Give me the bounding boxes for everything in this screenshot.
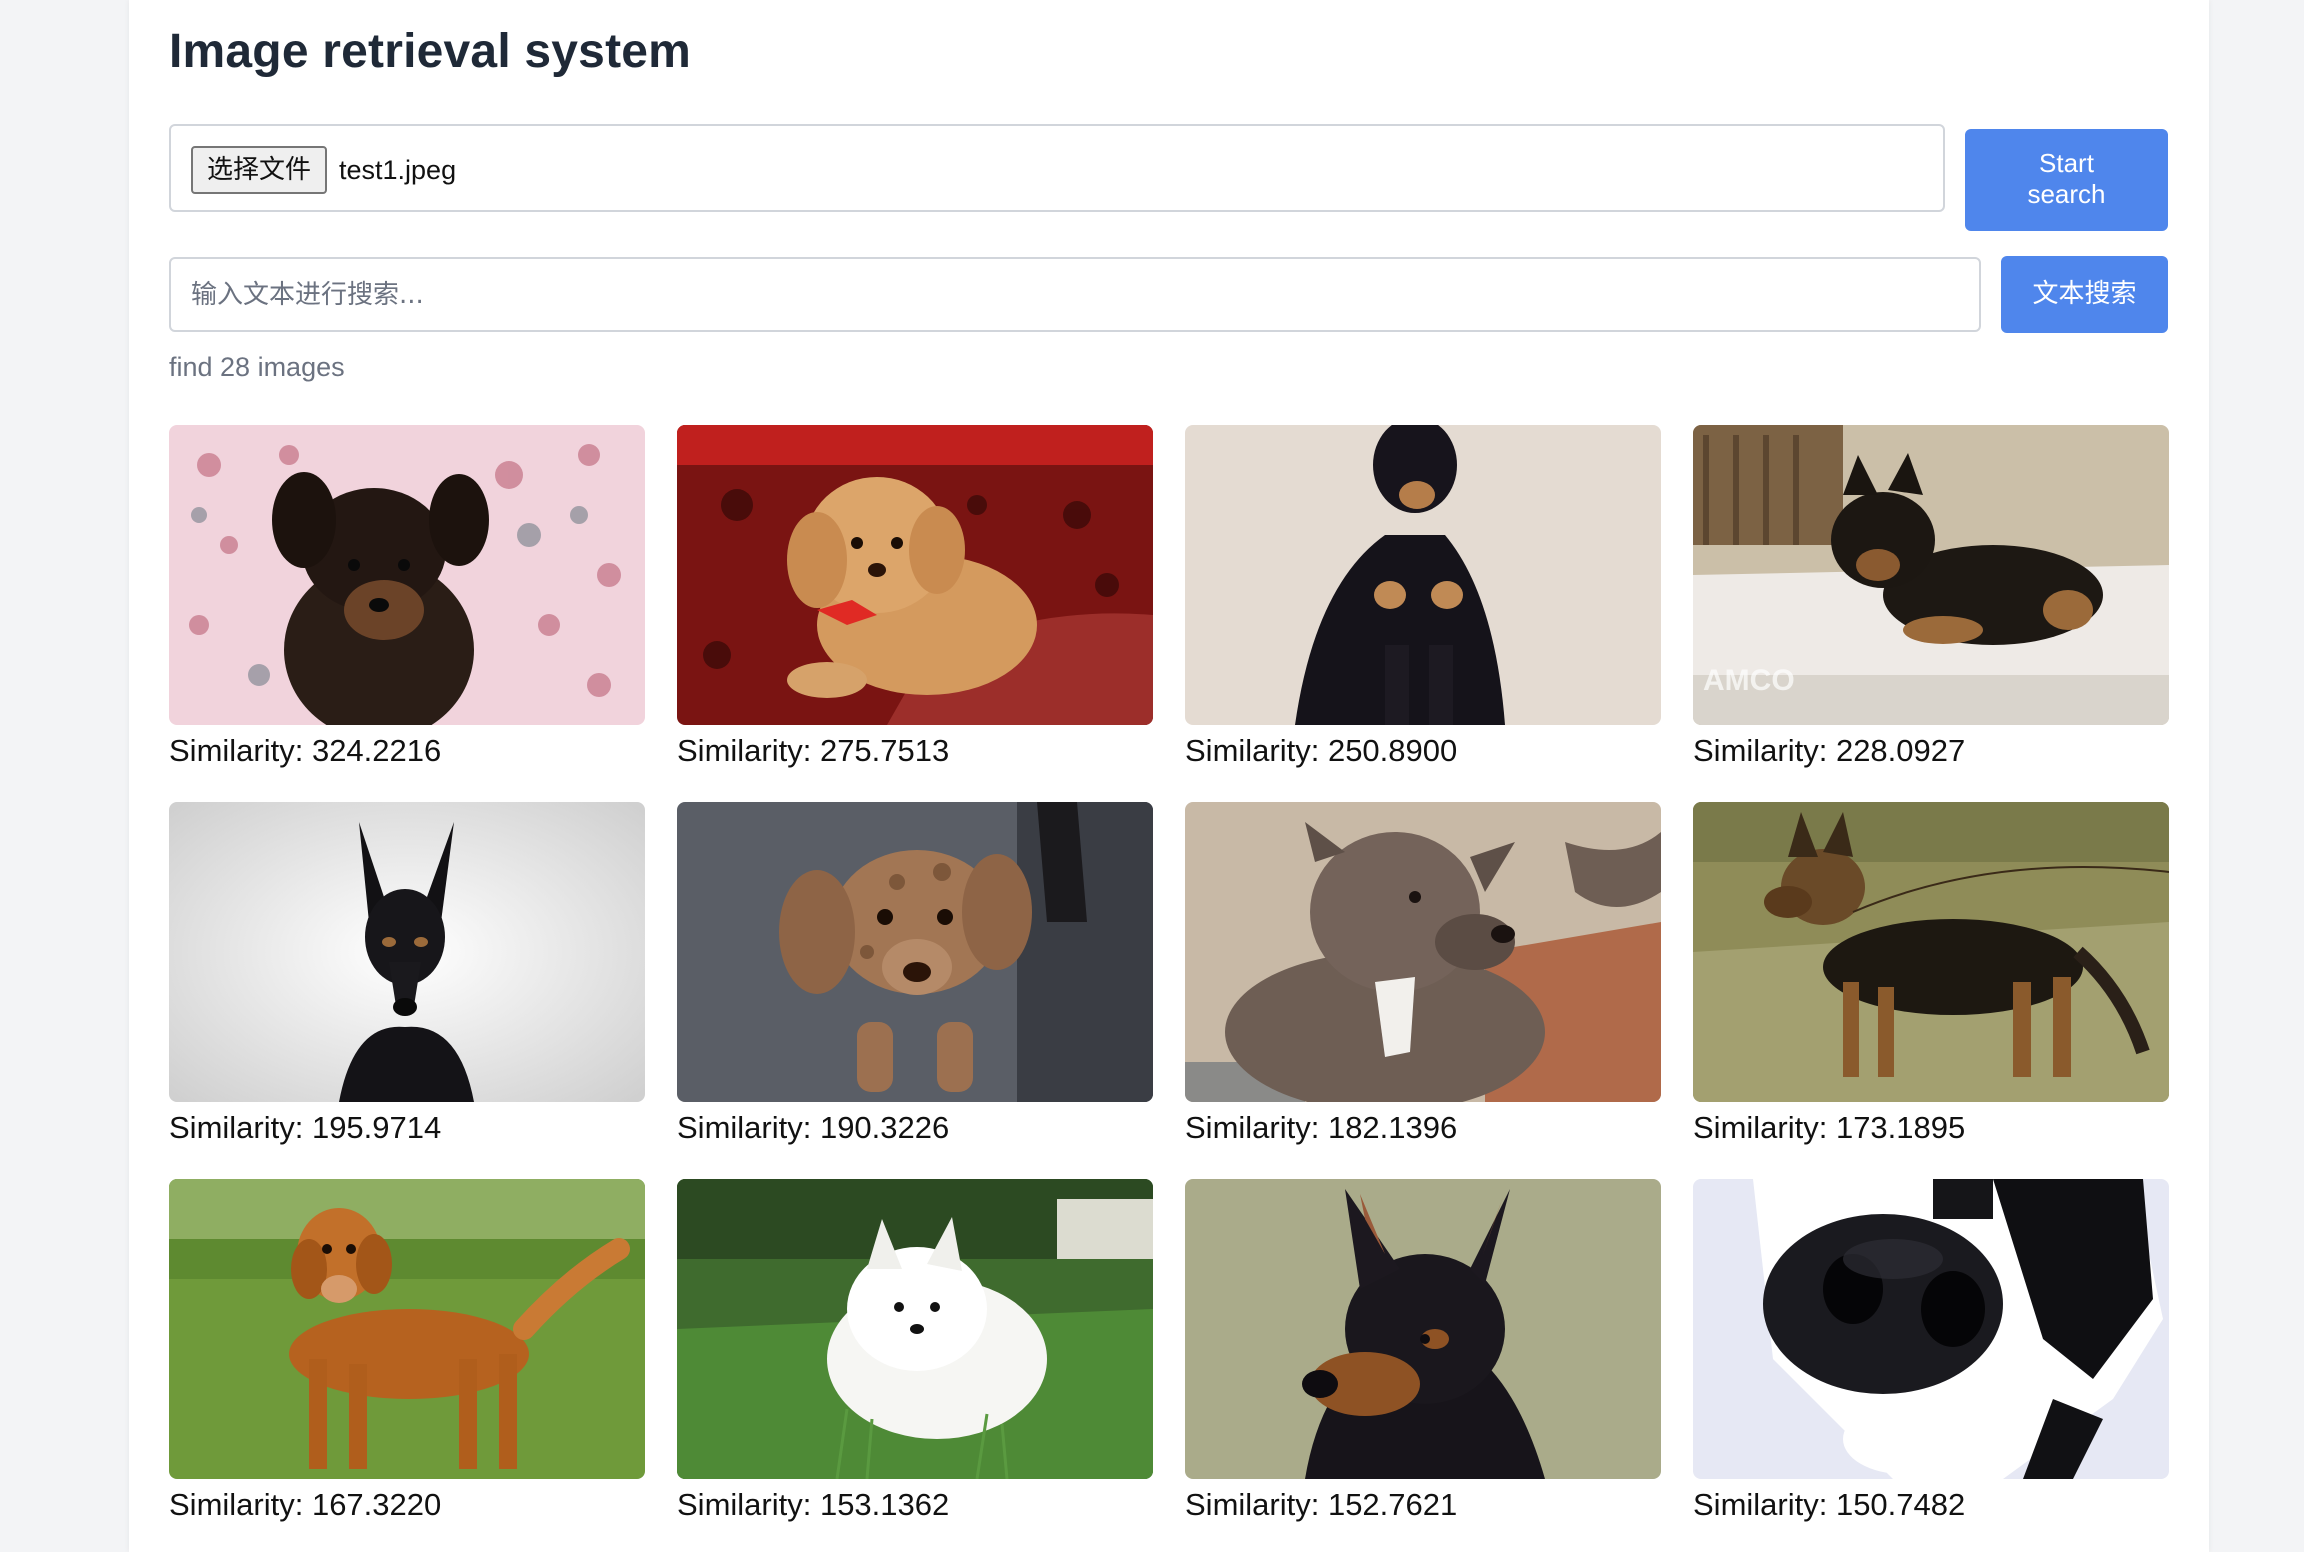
similarity-score: Similarity: 228.0927 (1693, 733, 1966, 768)
result-card: Similarity: 182.1396 (1185, 802, 1661, 1146)
result-card: Similarity: 324.2216 (169, 425, 645, 769)
text-search-button[interactable]: 文本搜索 (2001, 256, 2168, 333)
similarity-score: Similarity: 195.9714 (169, 1110, 442, 1145)
similarity-score: Similarity: 275.7513 (677, 733, 950, 768)
result-image-dapple-dachshund[interactable] (677, 802, 1153, 1102)
selected-file-name: test1.jpeg (339, 155, 457, 185)
file-upload-field[interactable]: 选择文件 test1.jpeg (169, 124, 1945, 212)
similarity-score: Similarity: 167.3220 (169, 1487, 442, 1522)
result-image-yorkshire-terrier-puppy[interactable] (169, 425, 645, 725)
result-image-miniature-pinscher[interactable] (1185, 1179, 1661, 1479)
similarity-score: Similarity: 190.3226 (677, 1110, 950, 1145)
result-card: Similarity: 152.7621 (1185, 1179, 1661, 1523)
similarity-score: Similarity: 250.8900 (1185, 733, 1458, 768)
similarity-score: Similarity: 153.1362 (677, 1487, 950, 1522)
result-card: Similarity: 153.1362 (677, 1179, 1153, 1523)
result-image-german-shepherd-puppy[interactable]: AMCO (1693, 425, 2169, 725)
result-card: Similarity: 150.7482 (1693, 1179, 2169, 1523)
similarity-score: Similarity: 324.2216 (169, 733, 442, 768)
similarity-score: Similarity: 173.1895 (1693, 1110, 1966, 1145)
result-card: Similarity: 173.1895 (1693, 802, 2169, 1146)
result-count: find 28 images (169, 352, 345, 382)
result-card: Similarity: 275.7513 (677, 425, 1153, 769)
result-image-golden-retriever[interactable] (169, 1179, 645, 1479)
result-image-toy-poodle[interactable] (677, 425, 1153, 725)
page-title: Image retrieval system (169, 25, 692, 78)
result-card: Similarity: 195.9714 (169, 802, 645, 1146)
result-image-doberman[interactable] (1185, 425, 1661, 725)
text-search-input[interactable] (169, 257, 1981, 332)
result-card: Similarity: 190.3226 (677, 802, 1153, 1146)
result-image-pit-bull[interactable] (1185, 802, 1661, 1102)
result-image-cow-nose[interactable] (1693, 1179, 2169, 1479)
result-card: Similarity: 250.8900 (1185, 425, 1661, 769)
main-container: Image retrieval system 选择文件 test1.jpeg S… (129, 0, 2209, 1552)
result-card: Similarity: 167.3220 (169, 1179, 645, 1523)
result-card: AMCO Similarity: 228.0927 (1693, 425, 2169, 769)
similarity-score: Similarity: 152.7621 (1185, 1487, 1458, 1522)
similarity-score: Similarity: 182.1396 (1185, 1110, 1458, 1145)
similarity-score: Similarity: 150.7482 (1693, 1487, 1966, 1522)
choose-file-button[interactable]: 选择文件 (191, 146, 328, 194)
start-search-button[interactable]: Start search (1965, 129, 2168, 231)
result-image-white-spitz[interactable] (677, 1179, 1153, 1479)
result-image-german-shepherd[interactable] (1693, 802, 2169, 1102)
svg-text:AMCO: AMCO (1703, 664, 1795, 697)
result-image-doberman-portrait[interactable] (169, 802, 645, 1102)
